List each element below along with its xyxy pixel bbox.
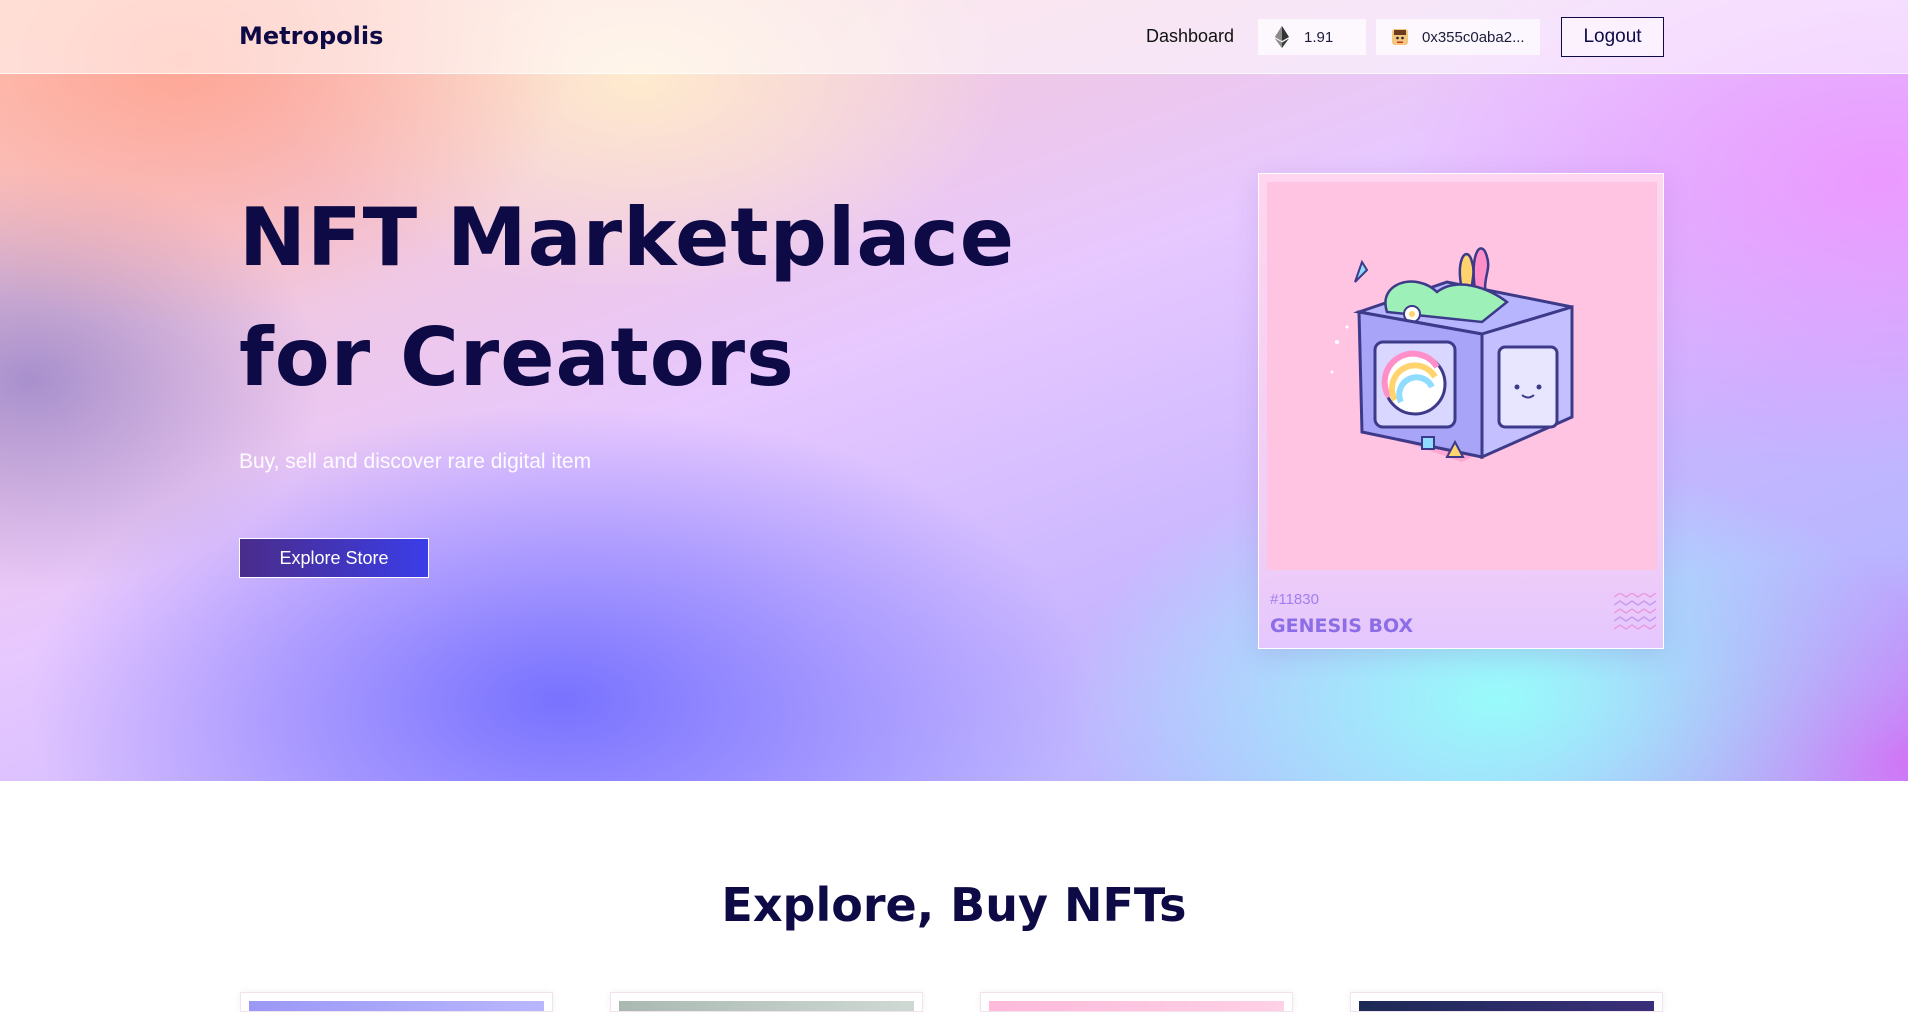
explore-section-title: Explore, Buy NFTs xyxy=(721,878,1187,932)
brand-logo[interactable]: Metropolis xyxy=(239,22,383,50)
nft-preview-image xyxy=(989,1001,1284,1011)
hero-title-line2: for Creators xyxy=(239,311,795,404)
wallet-address-pill[interactable]: 0x355c0aba2... xyxy=(1376,19,1540,55)
navbar: Metropolis Dashboard 1.91 0x355c0aba2...… xyxy=(0,0,1908,74)
wallet-address: 0x355c0aba2... xyxy=(1422,28,1525,46)
nft-preview-card[interactable] xyxy=(980,992,1293,1012)
nft-preview-card[interactable] xyxy=(1350,992,1663,1012)
logout-button[interactable]: Logout xyxy=(1561,17,1664,57)
avatar xyxy=(1388,25,1412,49)
explore-store-button[interactable]: Explore Store xyxy=(239,538,429,578)
hero-title: NFT Marketplace for Creators xyxy=(239,178,1039,418)
nft-preview-image xyxy=(1359,1001,1654,1011)
nft-preview-card[interactable] xyxy=(240,992,553,1012)
hero-subtitle: Buy, sell and discover rare digital item xyxy=(239,450,592,473)
hero-section: Metropolis Dashboard 1.91 0x355c0aba2...… xyxy=(0,0,1908,781)
ethereum-icon xyxy=(1270,25,1294,49)
hero-title-line1: NFT Marketplace xyxy=(239,191,1015,284)
dashboard-link[interactable]: Dashboard xyxy=(1146,26,1234,47)
featured-nft-card[interactable]: #11830 GENESIS BOX xyxy=(1258,173,1664,649)
eth-balance-pill: 1.91 xyxy=(1258,19,1366,55)
nft-artwork xyxy=(1267,182,1657,570)
eth-balance-value: 1.91 xyxy=(1304,28,1334,46)
nft-token-id: #11830 xyxy=(1270,591,1319,608)
nft-name: GENESIS BOX xyxy=(1270,615,1414,637)
nft-preview-card[interactable] xyxy=(610,992,923,1012)
zigzag-icon xyxy=(1613,592,1657,639)
nft-preview-image xyxy=(249,1001,544,1011)
nft-preview-image xyxy=(619,1001,914,1011)
